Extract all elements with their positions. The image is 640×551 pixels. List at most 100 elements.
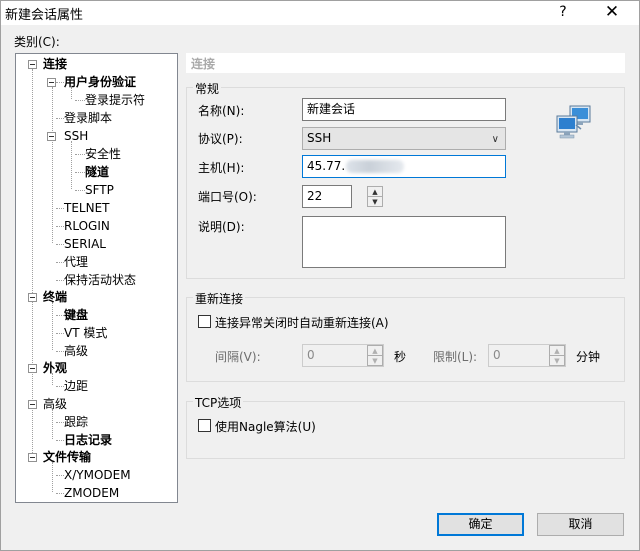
tree-line: [56, 351, 64, 352]
interval-spinner[interactable]: ▲ ▼: [367, 345, 383, 366]
tree-item-margins[interactable]: 边距: [64, 378, 88, 395]
tree-line: [56, 226, 64, 227]
tree-item-file-transfer[interactable]: 文件传输: [43, 449, 91, 466]
interval-unit: 秒: [394, 350, 407, 364]
name-input[interactable]: 新建会话: [302, 98, 506, 121]
general-group-title: 常规: [193, 80, 222, 97]
protocol-value: SSH: [307, 131, 332, 145]
tree-item-label: 键盘: [64, 308, 89, 322]
tree-line: [52, 87, 53, 243]
tree-line: [56, 208, 64, 209]
tree-item-keyboard[interactable]: 键盘: [64, 307, 88, 324]
collapse-icon[interactable]: [47, 78, 56, 87]
tree-item-label: TELNET: [64, 201, 110, 215]
host-input[interactable]: 45.77.: [302, 155, 506, 178]
description-textarea[interactable]: [302, 216, 506, 268]
host-value: 45.77.: [307, 159, 346, 173]
tree-item-serial[interactable]: SERIAL: [64, 236, 106, 253]
collapse-icon[interactable]: [28, 364, 37, 373]
tree-item-label: 用户身份验证: [64, 75, 137, 89]
limit-label: 限制(L):: [433, 350, 478, 364]
collapse-icon[interactable]: [28, 60, 37, 69]
help-button[interactable]: ?: [549, 1, 577, 25]
tree-item-ssh[interactable]: SSH: [64, 128, 88, 145]
tree-line: [56, 386, 64, 387]
tree-item-trace[interactable]: 跟踪: [64, 414, 88, 431]
auto-reconnect-label[interactable]: 连接异常关闭时自动重新连接(A): [215, 314, 389, 331]
port-spinner[interactable]: ▲ ▼: [367, 186, 383, 207]
host-label: 主机(H):: [198, 161, 245, 175]
spin-up-icon[interactable]: ▲: [368, 346, 382, 356]
tree-line: [56, 280, 64, 281]
close-button[interactable]: ✕: [593, 1, 631, 25]
tree-item-label: ZMODEM: [64, 486, 120, 500]
collapse-icon[interactable]: [28, 453, 37, 462]
tree-line: [71, 141, 72, 189]
spin-down-icon[interactable]: ▼: [368, 356, 382, 366]
cancel-button[interactable]: 取消: [537, 513, 624, 536]
tree-line: [56, 118, 64, 119]
tree-item-rlogin[interactable]: RLOGIN: [64, 218, 110, 235]
tree-item-login-script[interactable]: 登录脚本: [64, 110, 112, 127]
tree-item-connection[interactable]: 连接: [43, 56, 67, 73]
tree-item-telnet[interactable]: TELNET: [64, 200, 110, 217]
tree-item-sftp[interactable]: SFTP: [85, 182, 114, 199]
tree-line: [52, 462, 53, 492]
description-label: 说明(D):: [198, 220, 245, 234]
tree-item-logging[interactable]: 日志记录: [64, 432, 112, 449]
port-label: 端口号(O):: [198, 190, 257, 204]
tree-item-proxy[interactable]: 代理: [64, 254, 88, 271]
ok-button[interactable]: 确定: [437, 513, 524, 536]
spin-down-icon[interactable]: ▼: [550, 356, 564, 366]
tree-item-label: 跟踪: [64, 415, 89, 429]
reconnect-group: [186, 297, 625, 382]
collapse-icon[interactable]: [28, 400, 37, 409]
tree-item-login-prompts[interactable]: 登录提示符: [85, 92, 145, 109]
tree-item-label: RLOGIN: [64, 219, 110, 233]
tree-item-terminal[interactable]: 终端: [43, 289, 67, 306]
spin-up-icon[interactable]: ▲: [368, 187, 382, 197]
tree-line: [75, 172, 85, 173]
auto-reconnect-checkbox[interactable]: [198, 315, 211, 328]
tree-item-label: 登录脚本: [64, 111, 113, 125]
collapse-icon[interactable]: [47, 132, 56, 141]
limit-spinner[interactable]: ▲ ▼: [549, 345, 565, 366]
tree-item-label: SERIAL: [64, 237, 106, 251]
collapse-icon[interactable]: [28, 293, 37, 302]
spin-down-icon[interactable]: ▼: [368, 197, 382, 207]
category-tree[interactable]: 连接 用户身份验证 登录提示符 登录脚本 SSH 安全性 隧道 SFTP TEL…: [15, 53, 178, 503]
tree-line: [52, 302, 53, 350]
tree-item-xymodem[interactable]: X/YMODEM: [64, 467, 131, 484]
tree-item-terminal-advanced[interactable]: 高级: [64, 343, 88, 360]
tree-item-appearance[interactable]: 外观: [43, 360, 67, 377]
tree-item-label: SFTP: [85, 183, 114, 197]
tree-item-security[interactable]: 安全性: [85, 146, 121, 163]
tree-item-vt-mode[interactable]: VT 模式: [64, 325, 107, 342]
tree-item-authentication[interactable]: 用户身份验证: [64, 74, 136, 91]
nagle-checkbox[interactable]: [198, 419, 211, 432]
nagle-label[interactable]: 使用Nagle算法(U): [215, 418, 316, 435]
tree-item-label: 安全性: [85, 147, 122, 161]
tree-line: [75, 154, 85, 155]
tree-item-label: 文件传输: [43, 450, 92, 464]
protocol-label: 协议(P):: [198, 132, 243, 146]
limit-unit: 分钟: [576, 350, 601, 364]
protocol-select[interactable]: SSH ∨: [302, 127, 506, 150]
tree-item-label: 外观: [43, 361, 68, 375]
tree-item-label: 终端: [43, 290, 68, 304]
spin-up-icon[interactable]: ▲: [550, 346, 564, 356]
name-label: 名称(N):: [198, 104, 245, 118]
tree-item-label: 代理: [64, 255, 89, 269]
section-header: 连接: [186, 53, 625, 73]
port-input[interactable]: 22: [302, 185, 352, 208]
tree-item-advanced[interactable]: 高级: [43, 396, 67, 413]
tree-item-label: 隧道: [85, 165, 110, 179]
tree-line: [56, 315, 64, 316]
tree-item-label: 保持活动状态: [64, 273, 137, 287]
tree-item-zmodem[interactable]: ZMODEM: [64, 485, 119, 502]
tree-item-tunneling[interactable]: 隧道: [85, 164, 109, 181]
tree-line: [75, 100, 85, 101]
tree-item-keep-alive[interactable]: 保持活动状态: [64, 272, 136, 289]
tree-line: [56, 422, 64, 423]
tcp-group-title: TCP选项: [193, 394, 244, 411]
